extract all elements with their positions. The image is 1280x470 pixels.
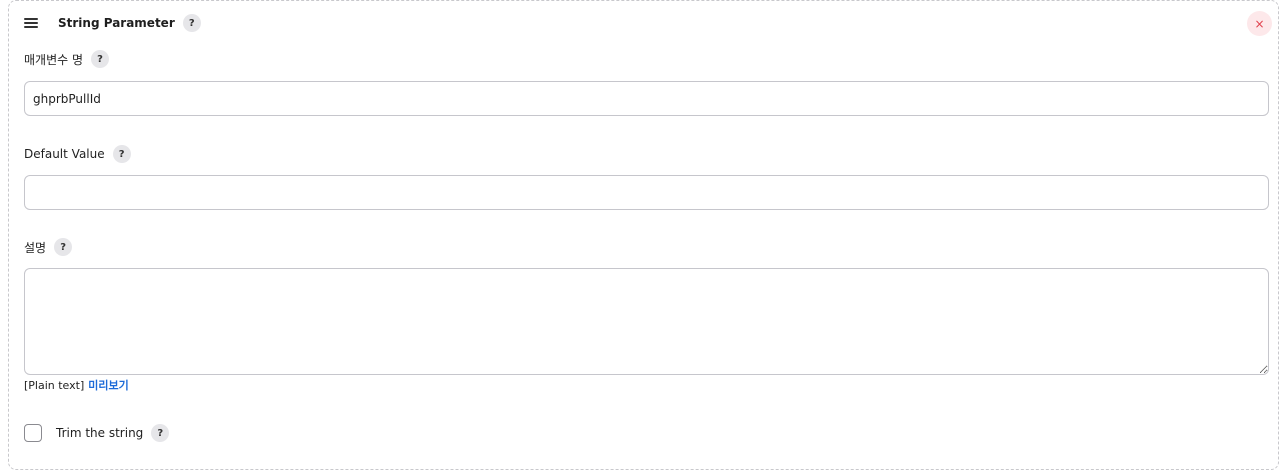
default-value-input[interactable]	[24, 175, 1269, 210]
parameter-type-title: String Parameter	[58, 16, 175, 30]
drag-handle-icon[interactable]	[24, 18, 38, 28]
name-label-row: 매개변수 명 ?	[24, 48, 110, 70]
default-value-label: Default Value	[24, 147, 105, 161]
description-textarea[interactable]	[24, 268, 1269, 375]
trim-label[interactable]: Trim the string	[56, 426, 143, 440]
help-icon[interactable]: ?	[112, 145, 131, 163]
parameter-header: String Parameter ?	[24, 12, 201, 34]
format-note: [Plain text]	[24, 379, 85, 392]
preview-link[interactable]: 미리보기	[88, 379, 128, 392]
name-input[interactable]	[24, 81, 1269, 116]
help-icon[interactable]: ?	[91, 50, 110, 68]
help-icon[interactable]: ?	[54, 238, 73, 256]
string-parameter-card	[8, 0, 1279, 470]
help-icon[interactable]: ?	[151, 424, 170, 442]
description-label: 설명	[24, 240, 47, 255]
trim-row: Trim the string ?	[24, 422, 170, 444]
close-icon[interactable]: ×	[1247, 11, 1272, 36]
trim-checkbox[interactable]	[24, 424, 42, 442]
default-value-label-row: Default Value ?	[24, 143, 131, 165]
description-format-row: [Plain text] 미리보기	[24, 377, 129, 393]
name-label: 매개변수 명	[24, 52, 84, 67]
description-label-row: 설명 ?	[24, 236, 73, 258]
help-icon[interactable]: ?	[182, 14, 201, 32]
